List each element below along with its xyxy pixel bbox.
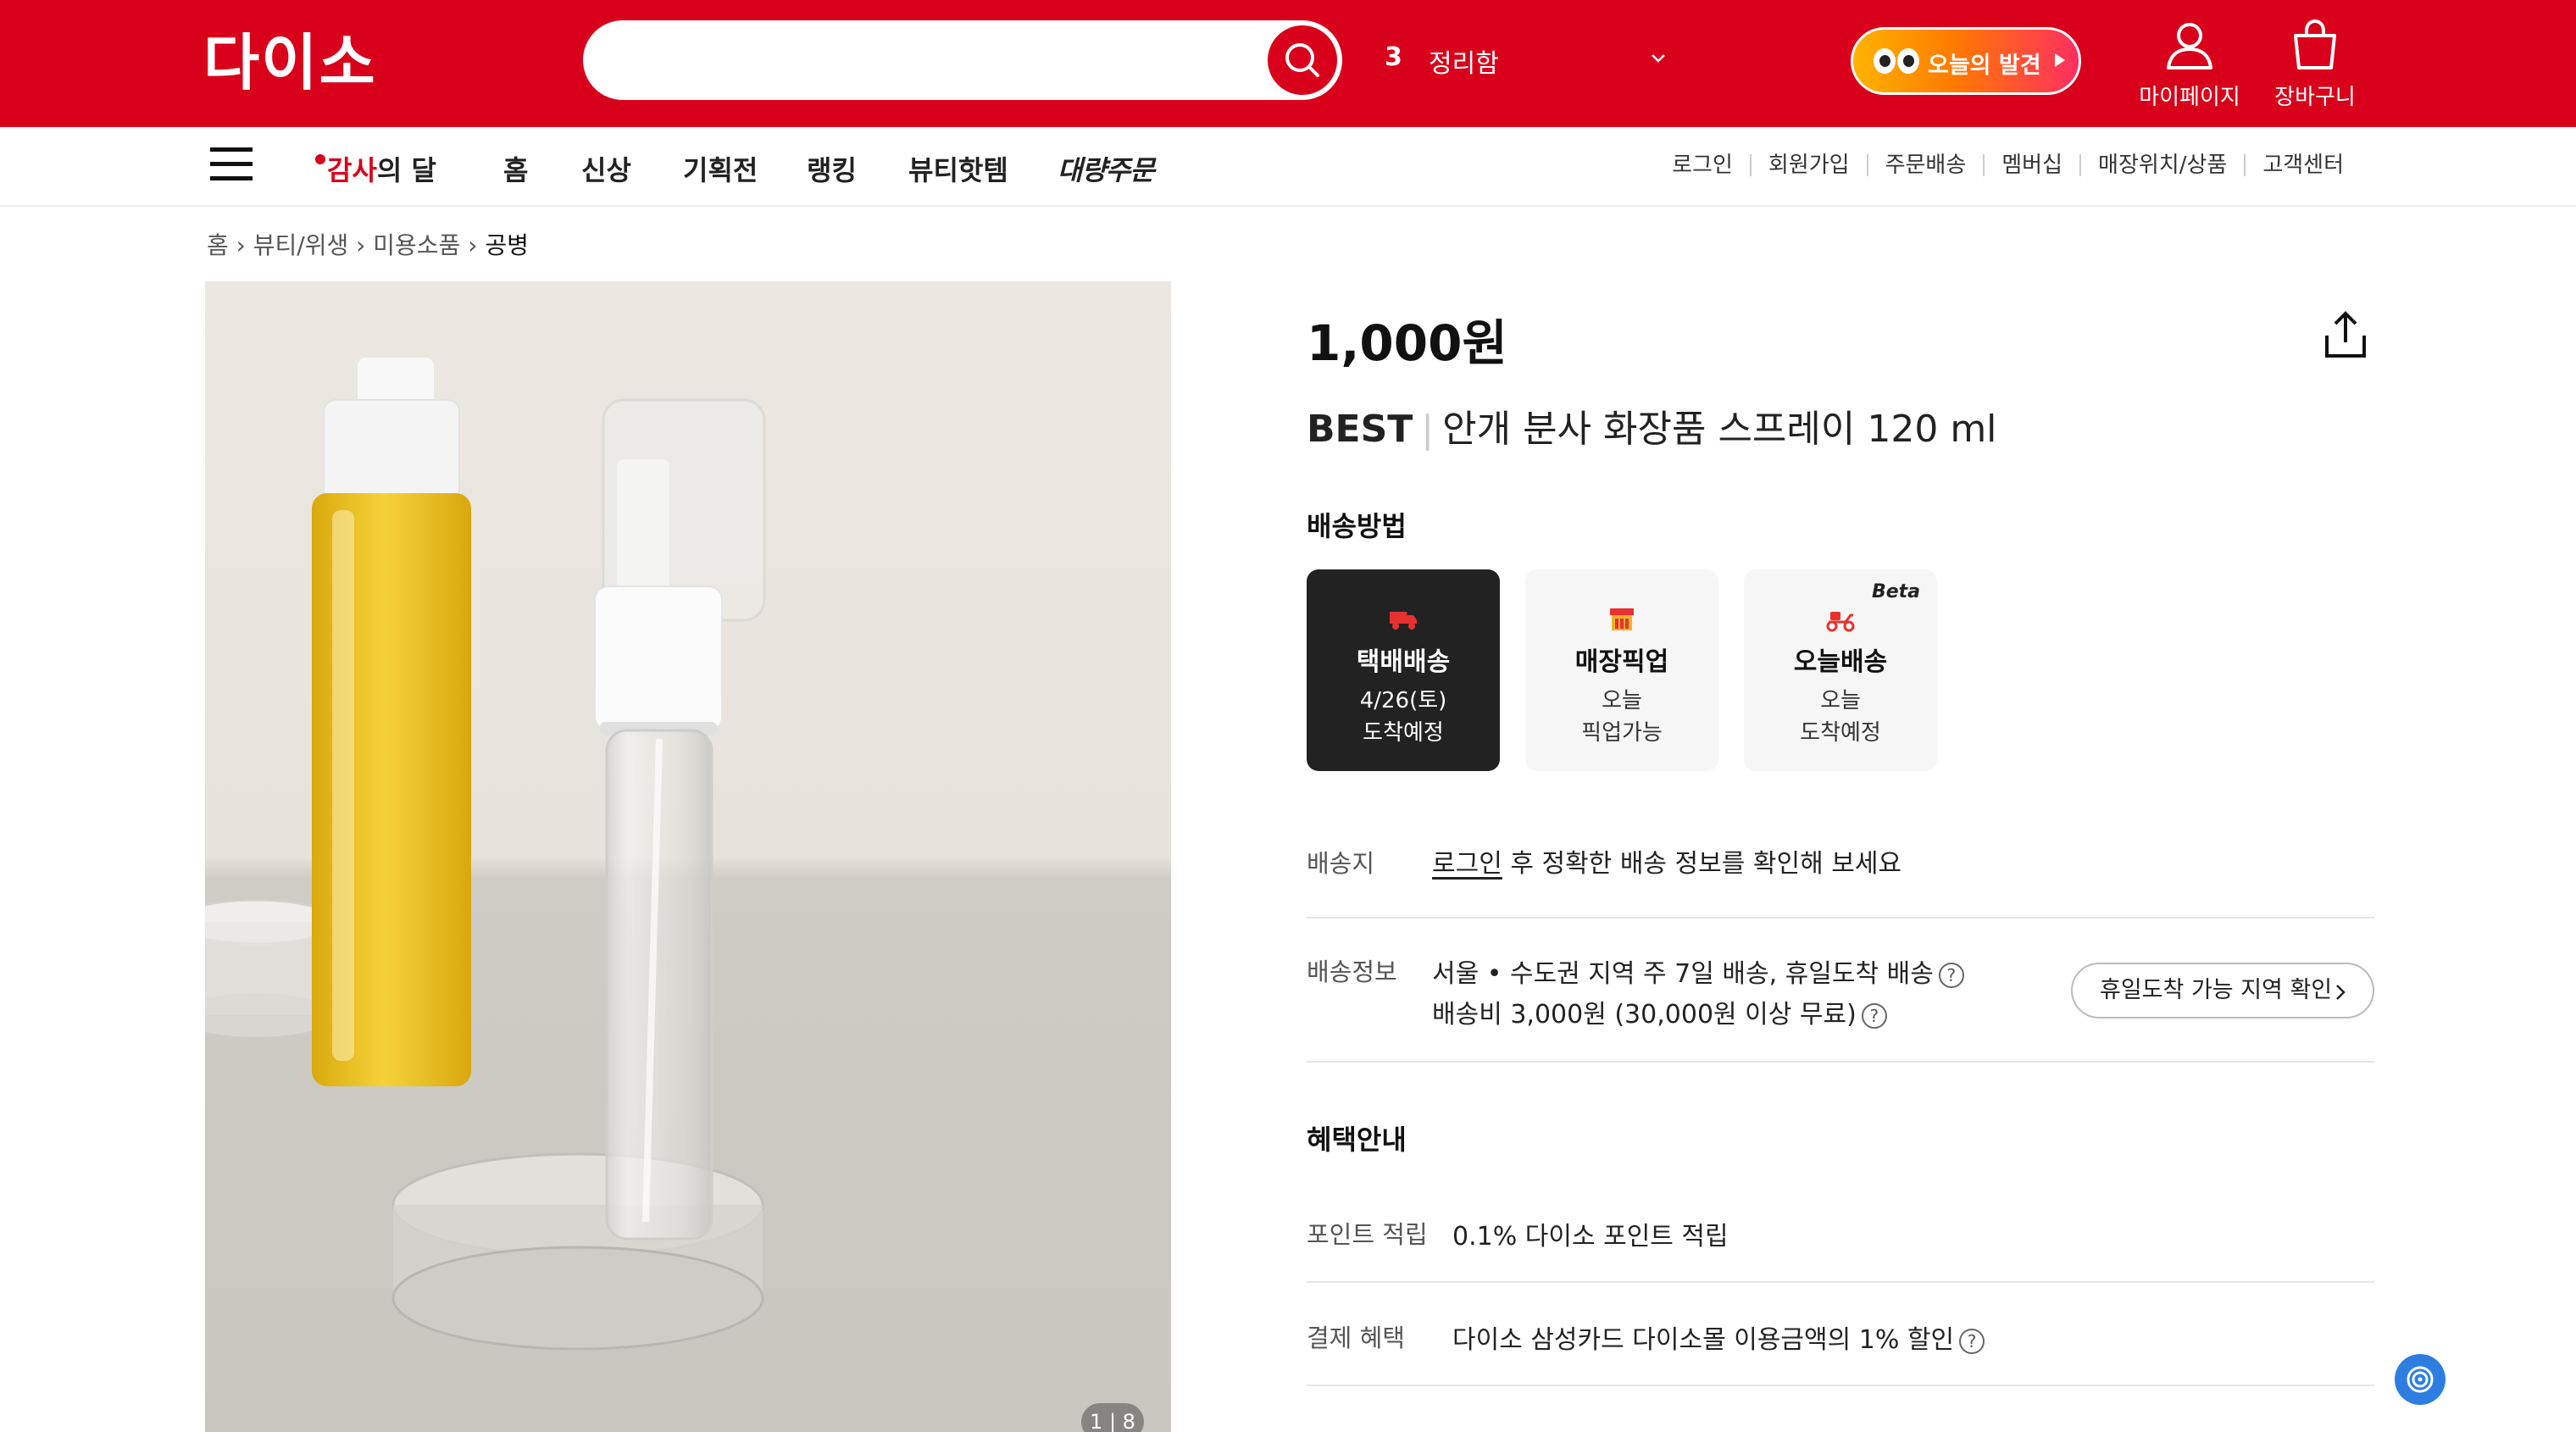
benefits-heading: 혜택안내	[1307, 1124, 1407, 1156]
chevron-right-icon	[2336, 985, 2346, 1000]
nav-bulk-order[interactable]: 대량주문	[1058, 149, 1155, 188]
payment-benefit-label: 결제 혜택	[1307, 1324, 1405, 1352]
shipping-info-label: 배송정보	[1307, 957, 1397, 986]
help-icon[interactable]: ?	[1938, 962, 1964, 988]
daiso-logo[interactable]: 다이소	[203, 29, 377, 97]
destination-login-link[interactable]: 로그인	[1432, 849, 1502, 879]
user-icon	[2167, 23, 2212, 69]
divider	[1307, 917, 2374, 919]
cart-label: 장바구니	[2274, 85, 2356, 110]
nav-beauty-hot[interactable]: 뷰티핫템	[908, 149, 1008, 188]
shipping-info-line2: 배송비 3,000원 (30,000원 이상 무료)?	[1432, 993, 1887, 1030]
divider	[1307, 1385, 2374, 1386]
spray-bottles-photo	[205, 358, 766, 1351]
breadcrumb-tools[interactable]: 미용소품	[373, 231, 460, 259]
utility-links: 로그인 회원가입 주문배송 멤버십 매장위치/상품 고객센터	[1655, 154, 2361, 176]
delivery-option-status: 도착예정	[1363, 720, 1444, 746]
delivery-option-name: 택배배송	[1356, 647, 1451, 677]
util-signup[interactable]: 회원가입	[1749, 154, 1867, 176]
delivery-option-name: 오늘배송	[1793, 647, 1888, 677]
delivery-option-date: 4/26(토)	[1359, 688, 1447, 713]
util-membership[interactable]: 멤버십	[1983, 154, 2079, 176]
nav-promo-month[interactable]: 감사의 달	[315, 149, 436, 188]
util-customer-center[interactable]: 고객센터	[2244, 154, 2361, 176]
breadcrumb-home[interactable]: 홈	[207, 231, 229, 259]
share-icon[interactable]	[2318, 308, 2373, 363]
util-login[interactable]: 로그인	[1655, 154, 1750, 176]
eyes-icon	[1874, 48, 1919, 74]
dot-icon	[315, 154, 325, 164]
delivery-option-store-pickup[interactable]: 매장픽업 오늘 픽업가능	[1525, 569, 1718, 771]
spiral-icon	[2407, 1366, 2434, 1393]
search-input[interactable]	[617, 37, 1244, 83]
delivery-option-status: 픽업가능	[1581, 720, 1663, 746]
chevron-right-icon: ›	[356, 231, 374, 259]
point-text: 0.1% 다이소 포인트 적립	[1452, 1222, 1729, 1252]
floating-assistant-button[interactable]	[2395, 1354, 2446, 1405]
delivery-option-today[interactable]: Beta 오늘배송 오늘 도착예정	[1744, 569, 1937, 771]
help-icon[interactable]: ?	[1959, 1328, 1985, 1354]
search-bar[interactable]	[583, 20, 1342, 100]
today-discovery-button[interactable]: 오늘의 발견	[1851, 27, 2081, 95]
util-store-locator[interactable]: 매장위치/상품	[2079, 154, 2244, 176]
delivery-option-parcel[interactable]: 택배배송 4/26(토) 도착예정	[1307, 569, 1500, 771]
mypage-label: 마이페이지	[2139, 85, 2240, 110]
payment-benefit-text: 다이소 삼성카드 다이소몰 이용금액의 1% 할인?	[1452, 1318, 1985, 1356]
delivery-option-date: 오늘	[1820, 688, 1861, 713]
trending-keyword[interactable]: 정리함	[1429, 42, 1499, 80]
delivery-option-name: 매장픽업	[1574, 647, 1669, 677]
chevron-down-icon[interactable]	[1647, 47, 1669, 69]
delivery-option-date: 오늘	[1602, 688, 1642, 713]
main-navigation: 감사의 달 홈 신상 기획전 랭킹 뷰티핫템 대량주문 로그인 회원가입 주문배…	[0, 127, 2576, 207]
destination-label: 배송지	[1307, 849, 1375, 878]
delivery-heading: 배송방법	[1307, 510, 1407, 542]
help-icon[interactable]: ?	[1861, 1002, 1887, 1029]
search-button[interactable]	[1268, 25, 1337, 95]
play-arrow-icon	[2055, 53, 2065, 67]
menu-icon[interactable]	[210, 147, 253, 181]
chevron-right-icon: ›	[468, 231, 486, 259]
beta-tag: Beta	[1871, 581, 1920, 602]
product-image[interactable]	[205, 281, 1171, 1432]
today-discovery-label: 오늘의 발견	[1928, 53, 2041, 79]
cart-button[interactable]: 장바구니	[2247, 17, 2383, 111]
product-name: 안개 분사 화장품 스프레이 120 ml	[1442, 408, 1997, 451]
chevron-right-icon: ›	[236, 231, 253, 259]
nav-home[interactable]: 홈	[503, 149, 528, 188]
search-icon	[1285, 43, 1319, 77]
util-orders[interactable]: 주문배송	[1866, 154, 1984, 176]
nav-ranking[interactable]: 랭킹	[807, 149, 857, 188]
breadcrumb-current[interactable]: 공병	[485, 231, 529, 259]
point-label: 포인트 적립	[1307, 1220, 1428, 1249]
product-price: 1,000원	[1307, 314, 1507, 372]
title-divider: |	[1421, 408, 1435, 451]
nav-exhibitions[interactable]: 기획전	[683, 149, 758, 188]
product-title: BEST | 안개 분사 화장품 스프레이 120 ml	[1307, 398, 1996, 452]
best-badge: BEST	[1307, 408, 1413, 451]
shipping-info-line1: 서울 • 수도권 지역 주 7일 배송, 휴일도착 배송?	[1432, 952, 1964, 990]
destination-text: 로그인 후 정확한 배송 정보를 확인해 보세요	[1432, 849, 1902, 879]
breadcrumb-beauty[interactable]: 뷰티/위생	[253, 231, 348, 259]
scooter-icon	[1826, 612, 1855, 632]
breadcrumb: 홈 › 뷰티/위생 › 미용소품 › 공병	[207, 227, 529, 261]
trending-rank-number: 3	[1385, 42, 1402, 72]
divider	[1307, 1061, 2374, 1063]
mypage-button[interactable]: 마이페이지	[2122, 17, 2257, 111]
holiday-area-check-button[interactable]: 휴일도착 가능 지역 확인	[2071, 963, 2374, 1018]
image-counter: 1 | 8	[1081, 1403, 1144, 1432]
top-header: 다이소 3 정리함 오늘의 발견 마이페이지 장바구니	[0, 0, 2576, 127]
truck-icon	[1390, 612, 1417, 630]
nav-new[interactable]: 신상	[581, 149, 631, 188]
shopping-bag-icon	[2294, 19, 2336, 69]
divider	[1307, 1281, 2374, 1283]
store-icon	[1610, 608, 1634, 630]
delivery-option-status: 도착예정	[1800, 720, 1881, 746]
